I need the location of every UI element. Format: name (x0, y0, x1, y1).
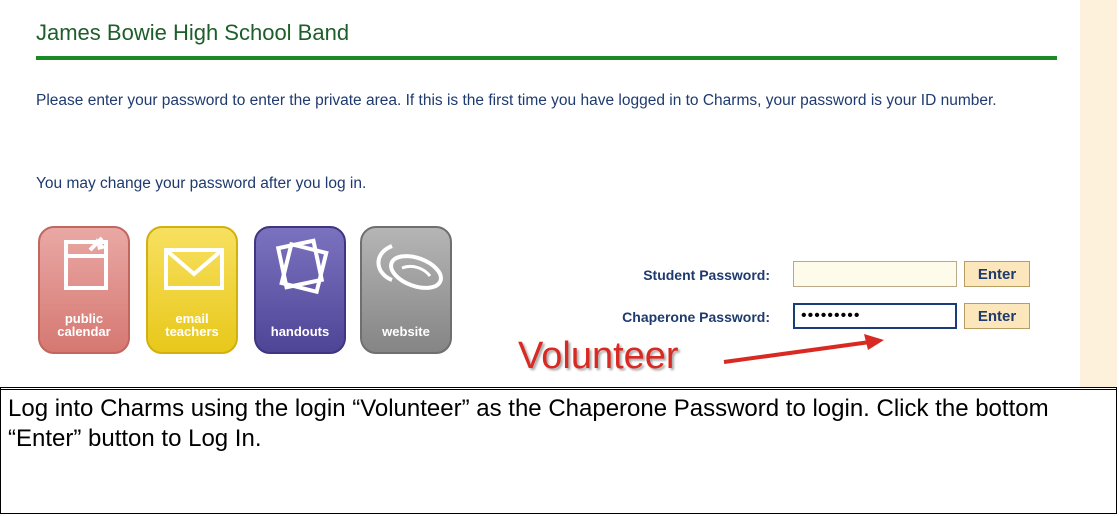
section-divider (0, 387, 1117, 390)
calendar-icon (64, 236, 108, 290)
page-title: James Bowie High School Band (36, 20, 350, 45)
intro-paragraph: Please enter your password to enter the … (36, 92, 997, 109)
side-panel (1080, 0, 1117, 388)
title-divider (36, 56, 1057, 60)
tile-label: public calendar (57, 311, 111, 339)
tile-label: handouts (270, 324, 330, 339)
volunteer-annotation: Volunteer (518, 335, 679, 377)
papers-icon (275, 238, 329, 295)
chaperone-enter-button[interactable]: Enter (964, 303, 1030, 329)
mouse-icon (376, 244, 443, 290)
envelope-icon (164, 248, 224, 290)
public-calendar-button[interactable]: public calendar (38, 226, 130, 354)
chaperone-password-input[interactable] (793, 303, 957, 329)
screenshot-panel: James Bowie High School Band Please ente… (0, 0, 1117, 388)
website-button[interactable]: website (360, 226, 452, 354)
student-enter-button[interactable]: Enter (964, 261, 1030, 287)
student-password-label: Student Password: (643, 267, 770, 283)
email-teachers-button[interactable]: email teachers (146, 226, 238, 354)
tile-label: website (382, 324, 430, 339)
handouts-button[interactable]: handouts (254, 226, 346, 354)
change-password-note: You may change your password after you l… (36, 175, 367, 192)
chaperone-password-label: Chaperone Password: (622, 309, 770, 325)
tile-label: email teachers (165, 311, 219, 339)
instruction-text: Log into Charms using the login “Volunte… (8, 395, 1049, 452)
annotation-arrow-icon (723, 334, 884, 364)
student-password-input[interactable] (793, 261, 957, 287)
